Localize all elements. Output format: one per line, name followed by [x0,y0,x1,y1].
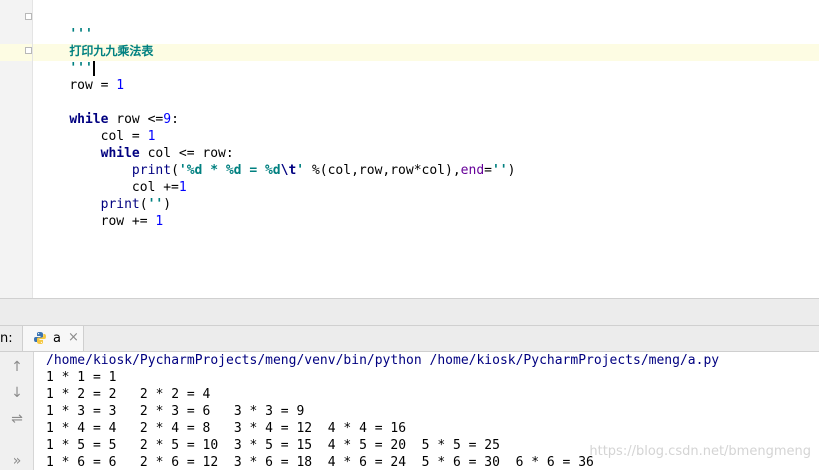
console-output-line: 1 * 4 = 4 2 * 4 = 8 3 * 4 = 12 4 * 4 = 1… [46,421,407,436]
console-output-line: 1 * 5 = 5 2 * 5 = 10 3 * 5 = 15 4 * 5 = … [46,438,500,453]
keyword-argument: end [460,163,485,178]
console-output-line: 1 * 1 = 1 [46,370,117,385]
string-literal: ' [296,163,305,178]
code-text: row = [69,78,117,93]
escape-sequence: \t [280,163,297,178]
run-tool-window-header: n: a × [0,326,819,352]
run-toolbar: ↑ ↓ ⇌ » [0,352,34,470]
code-line-12[interactable]: row += 1 [38,196,164,229]
code-line-6[interactable]: while row <=9: [38,94,179,127]
code-line-1[interactable]: ''' [38,9,92,42]
string-literal: '' [491,163,508,178]
fold-marker-icon[interactable] [25,47,32,54]
number-literal: 1 [116,78,125,93]
panel-splitter[interactable] [0,298,819,326]
code-text: ) [163,197,172,212]
code-line-10[interactable]: col +=1 [38,162,187,195]
console-command-line: /home/kiosk/PycharmProjects/meng/venv/bi… [46,353,720,368]
run-tab-a[interactable]: a × [22,326,84,351]
code-line-2[interactable]: 打印九九乘法表 [38,26,153,58]
code-line-7[interactable]: col = 1 [38,111,156,144]
code-text: = [484,163,492,178]
code-line-9[interactable]: print('%d * %d = %d\t' %(col,row,row*col… [38,145,516,178]
code-text: %(col,row,row*col), [304,163,461,178]
string-literal: '%d * %d = %d [178,163,281,178]
run-label: n: [0,331,13,346]
scroll-down-icon[interactable]: ↓ [8,384,26,402]
code-text: row += [69,214,156,229]
code-text: ) [507,163,516,178]
python-icon [34,332,46,344]
code-line-4[interactable]: row = 1 [38,60,124,93]
code-text: : [171,112,179,127]
code-line-8[interactable]: while col <= row: [38,128,234,161]
close-icon[interactable]: × [68,330,79,345]
soft-wrap-icon[interactable]: ⇌ [8,410,26,428]
editor-gutter [0,0,33,298]
number-literal: 1 [155,214,164,229]
code-line-3[interactable]: ''' [38,43,95,76]
watermark: https://blog.csdn.net/bmengmeng [589,444,811,459]
fold-marker-icon[interactable] [25,13,32,20]
number-literal: 9 [163,112,172,127]
more-icon[interactable]: » [8,452,26,470]
run-tab-label: a [53,331,61,346]
number-literal: 1 [178,180,187,195]
console-output-line: 1 * 2 = 2 2 * 2 = 4 [46,387,211,402]
scroll-up-icon[interactable]: ↑ [8,358,26,376]
code-line-11[interactable]: print('') [38,179,171,212]
console-output-line: 1 * 6 = 6 2 * 6 = 12 3 * 6 = 18 4 * 6 = … [46,455,594,470]
code-editor[interactable]: ''' 打印九九乘法表 ''' row = 1 while row <=9: c… [0,0,819,298]
console-output-line: 1 * 3 = 3 2 * 3 = 6 3 * 3 = 9 [46,404,305,419]
